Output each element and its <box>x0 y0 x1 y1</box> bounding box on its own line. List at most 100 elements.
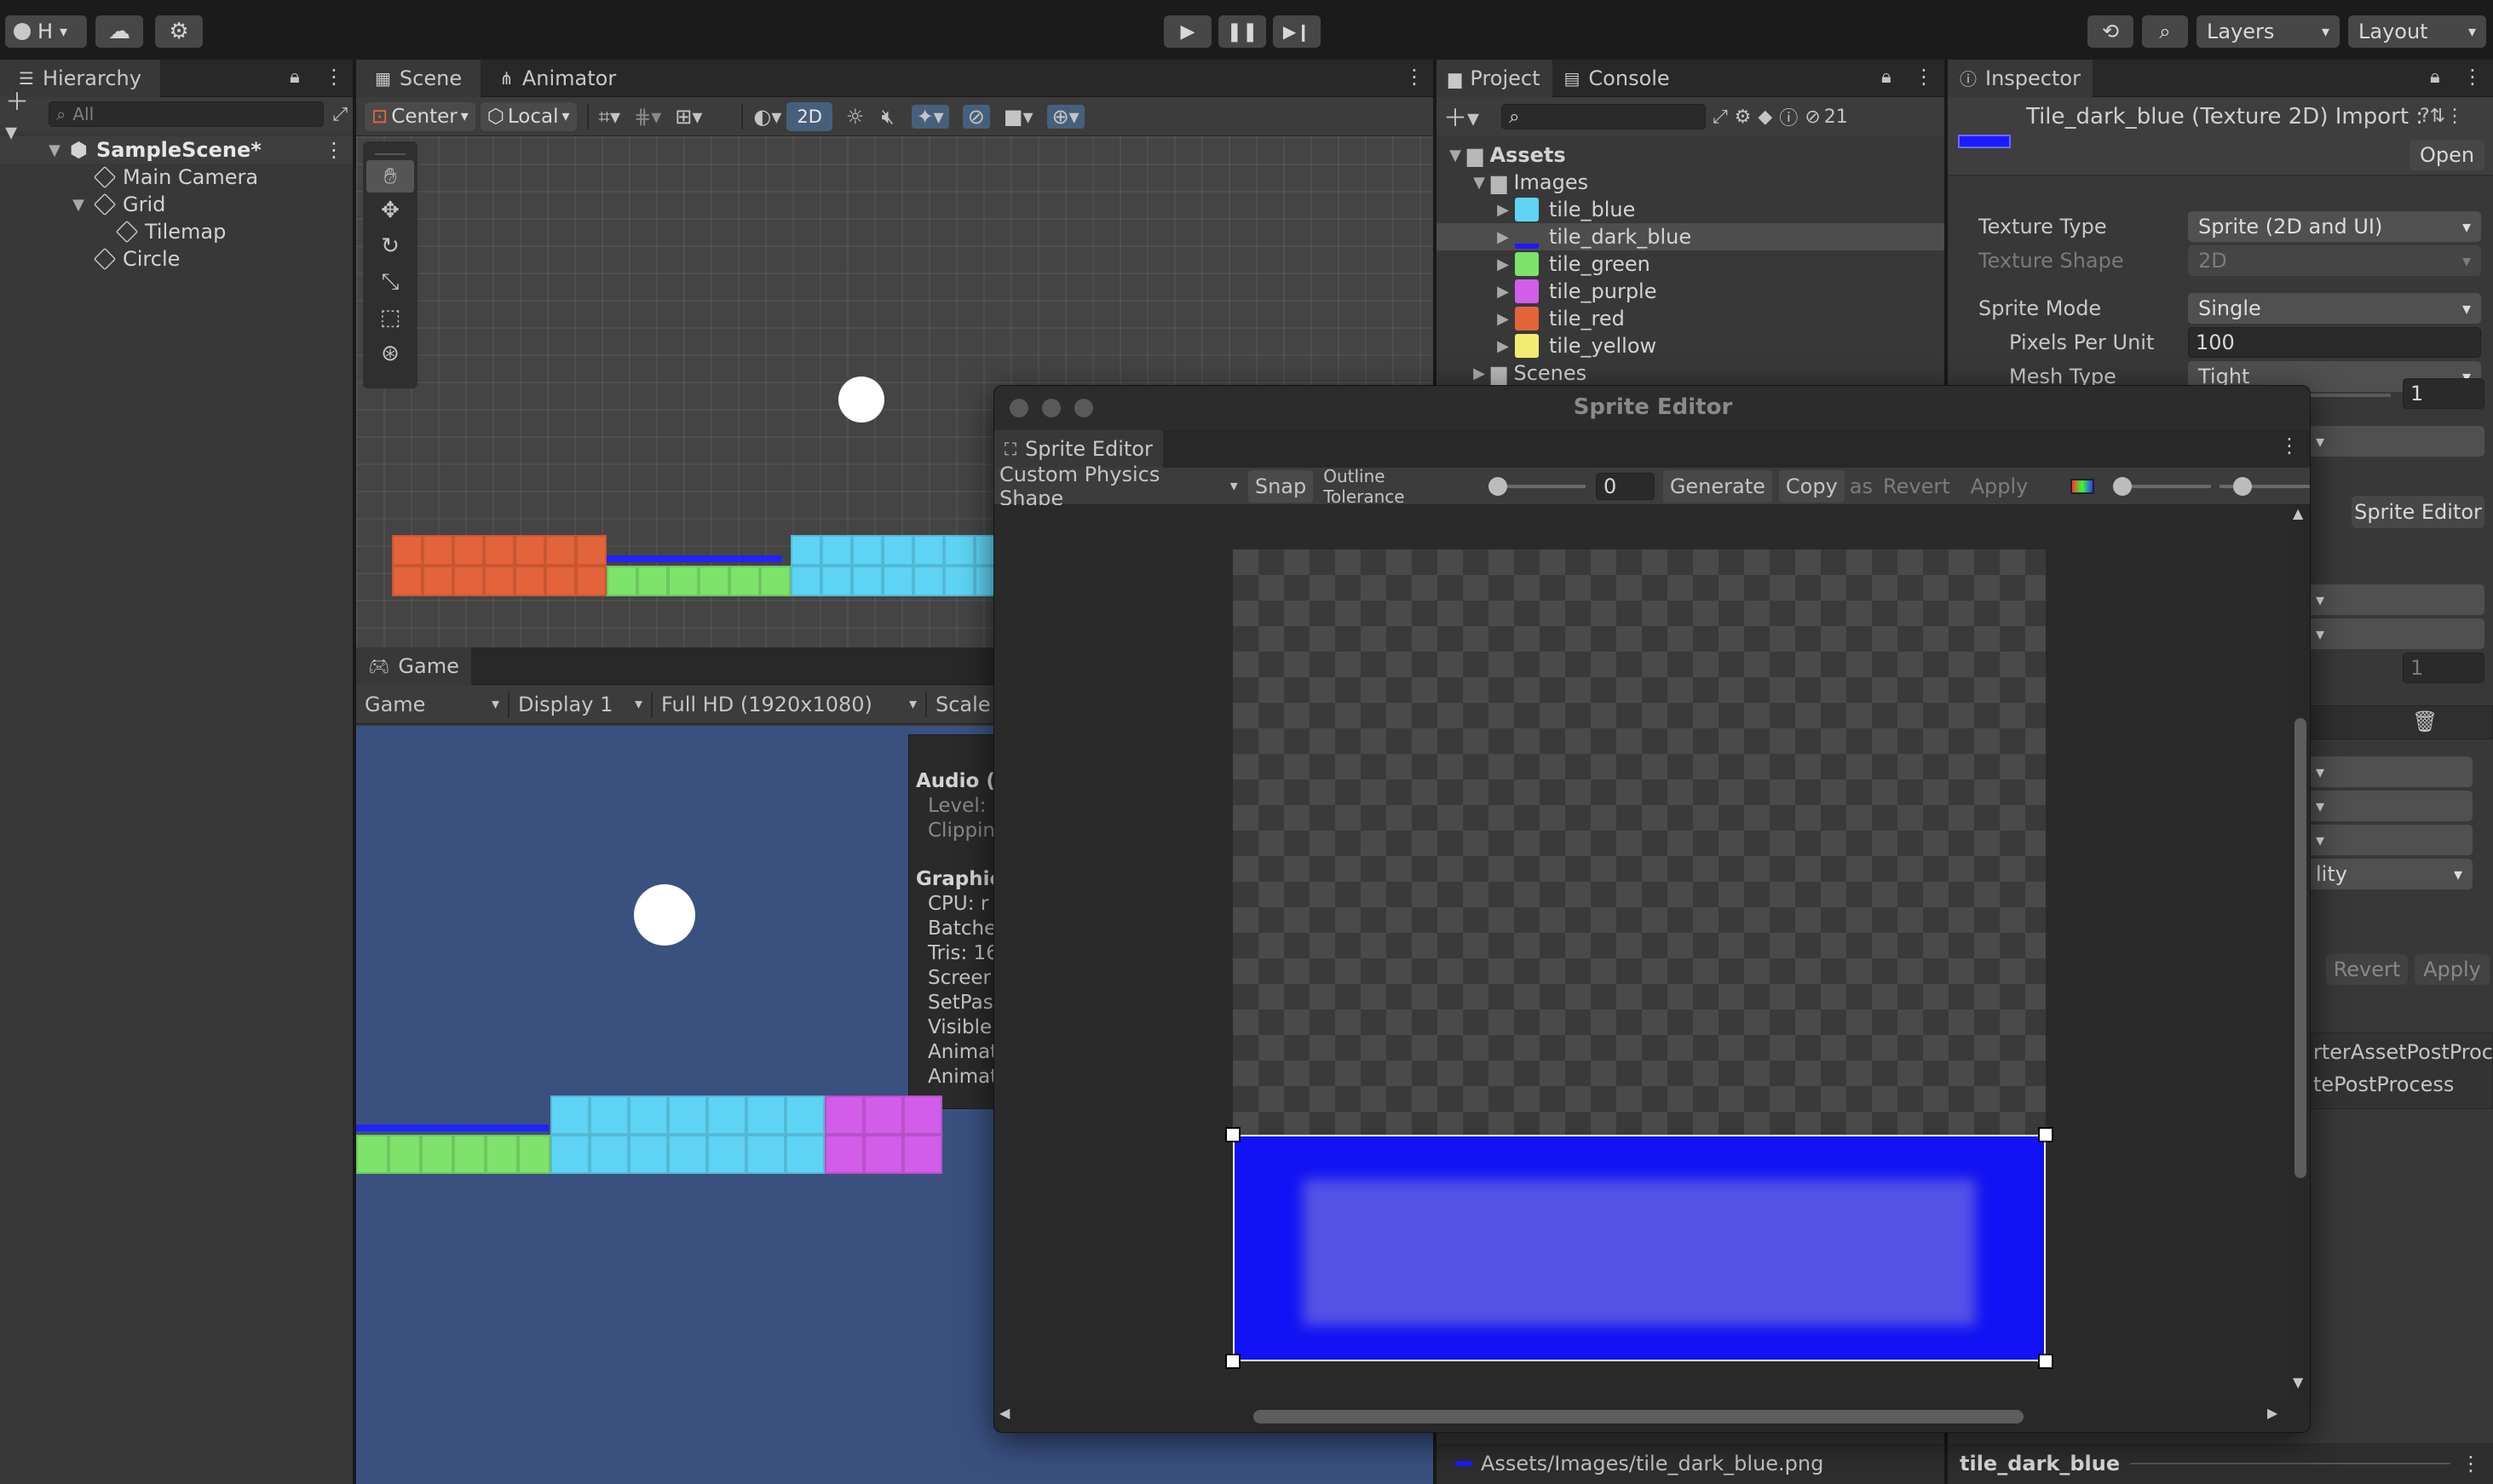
copy-button[interactable]: Copy <box>1778 469 1845 503</box>
window-titlebar[interactable]: Sprite Editor <box>994 386 2310 430</box>
horizontal-scrollbar[interactable]: ◀ ▶ <box>994 1400 2289 1430</box>
tab-game[interactable]: 🎮︎ Game <box>356 647 471 685</box>
cloud-button[interactable]: ☁ <box>95 15 143 48</box>
snap-grid-icon[interactable]: ⌗▾ <box>599 105 621 129</box>
color-channels-icon[interactable] <box>2070 478 2094 494</box>
wrap-mode-dropdown[interactable] <box>2306 584 2484 615</box>
pause-button[interactable]: ❚❚ <box>1218 15 1266 48</box>
undo-history-button[interactable]: ⟲ <box>2087 15 2133 48</box>
lighting-icon[interactable]: ☼ <box>846 105 865 129</box>
filter-type-icon[interactable]: ⚙ <box>1735 106 1752 128</box>
list-item[interactable]: ▶ tile_green <box>1436 250 1944 278</box>
scenes-folder[interactable]: ▶ ▆ Scenes <box>1436 359 1944 387</box>
visibility-icon[interactable]: ⊘ <box>962 104 990 129</box>
revert-button[interactable]: Revert <box>1883 475 1950 498</box>
rotate-tool-icon[interactable]: ↻ <box>366 228 414 264</box>
slider-thumb[interactable] <box>2112 476 2132 496</box>
expand-arrow-icon[interactable]: ▼ <box>43 141 66 159</box>
compression-dropdown[interactable]: lity <box>2306 859 2473 889</box>
rect-tool-icon[interactable]: ⬚ <box>366 300 414 336</box>
tab-inspector[interactable]: ⓘ Inspector <box>1948 60 2093 97</box>
hand-tool-icon[interactable]: ✋︎ <box>366 160 414 193</box>
expand-arrow-icon[interactable]: ▶ <box>1491 201 1515 219</box>
circle-sprite[interactable] <box>838 377 884 423</box>
list-item[interactable]: Circle <box>0 245 353 273</box>
account-button[interactable]: H ▾ <box>5 15 87 48</box>
layers-dropdown[interactable]: Layers ▾ <box>2196 15 2340 48</box>
vertical-scrollbar[interactable]: ▲ ▼ <box>2289 505 2310 1400</box>
handle-bottom-right[interactable] <box>2038 1354 2053 1369</box>
increment-snap-icon[interactable]: ⊞▾ <box>675 105 702 129</box>
list-item[interactable]: ▶ tile_purple <box>1436 278 1944 305</box>
display-dropdown[interactable]: Display 1 ▾ <box>510 693 651 716</box>
lock-icon[interactable]: 🔒︎ <box>290 66 300 88</box>
add-object-button[interactable]: ＋▾ <box>5 83 40 146</box>
texture-type-dropdown[interactable]: Sprite (2D and UI) <box>2188 211 2481 242</box>
scroll-right-icon[interactable]: ▶ <box>2267 1405 2277 1421</box>
expand-arrow-icon[interactable]: ▼ <box>1443 147 1467 164</box>
slider-thumb[interactable] <box>1488 476 1508 496</box>
more-menu-icon[interactable]: ⋮ <box>2461 1452 2481 1475</box>
list-item[interactable]: Main Camera <box>0 164 353 191</box>
handle-bottom-left[interactable] <box>1225 1354 1241 1369</box>
handle-top-left[interactable] <box>1225 1127 1241 1142</box>
slider-thumb[interactable] <box>2233 476 2253 496</box>
more-menu-icon[interactable]: ⋮ <box>1914 65 1934 89</box>
space-dropdown[interactable]: ⬡ Local ▾ <box>480 101 577 131</box>
scene-row[interactable]: ▼ ⬢ SampleScene* ⋮ <box>0 136 353 164</box>
tab-project[interactable]: ▆ Project <box>1436 60 1552 97</box>
generate-button[interactable]: Generate <box>1662 469 1772 503</box>
extrude-input[interactable]: 1 <box>2403 378 2484 409</box>
zoom-slider[interactable] <box>2112 476 2212 496</box>
grid-visibility-icon[interactable]: ⋕▾ <box>634 105 661 129</box>
play-button[interactable]: ▶ <box>1164 15 1212 48</box>
outline-tolerance-slider[interactable] <box>1488 476 1586 496</box>
transform-tool-icon[interactable]: ⊛ <box>366 336 414 371</box>
camera-icon[interactable]: ■▾ <box>1004 105 1033 129</box>
pivot-dropdown[interactable] <box>2306 426 2484 457</box>
format-dropdown[interactable] <box>2306 825 2473 855</box>
tilemap-preview[interactable] <box>392 535 1036 596</box>
platform-icon[interactable]: 🗑︎ <box>2412 710 2438 733</box>
more-menu-icon[interactable]: ⋮ <box>1404 65 1425 89</box>
resolution-dropdown[interactable]: Full HD (1920x1080) ▾ <box>653 693 925 716</box>
expand-arrow-icon[interactable]: ▶ <box>1467 365 1491 383</box>
tab-scene[interactable]: ▦ Scene <box>356 60 481 97</box>
help-icon[interactable]: ?⇅⋮ <box>2420 106 2464 127</box>
tab-console[interactable]: ▤ Console <box>1552 60 1682 97</box>
scroll-up-icon[interactable]: ▲ <box>2293 505 2303 521</box>
search-button[interactable]: ⌕ <box>2142 15 2188 48</box>
max-size-dropdown[interactable] <box>2306 756 2473 787</box>
filter-mode-dropdown[interactable] <box>2306 618 2484 649</box>
project-search-input[interactable]: ⌕ <box>1501 104 1707 129</box>
expand-icon[interactable]: ⤢ <box>332 104 348 125</box>
expand-arrow-icon[interactable]: ▼ <box>66 196 90 214</box>
inspector-apply-button[interactable]: Apply <box>2415 954 2490 985</box>
expand-arrow-icon[interactable]: ▼ <box>1467 174 1491 192</box>
expand-arrow-icon[interactable]: ▶ <box>1491 310 1515 328</box>
collab-button[interactable]: ⚙ <box>155 15 203 48</box>
snap-toggle[interactable]: Snap <box>1247 469 1314 503</box>
hidden-packages-toggle[interactable]: ⊘ 21 <box>1805 106 1847 128</box>
more-menu-icon[interactable]: ⋮ <box>2279 434 2300 457</box>
sprite-mode-dropdown[interactable]: Single <box>2188 293 2481 324</box>
outline-tolerance-input[interactable]: 0 <box>1595 472 1655 500</box>
move-tool-icon[interactable]: ✥ <box>366 193 414 228</box>
scroll-left-icon[interactable]: ◀ <box>999 1405 1010 1421</box>
more-menu-icon[interactable]: ⋮ <box>324 65 344 89</box>
step-button[interactable]: ▶❙ <box>1273 15 1321 48</box>
scroll-thumb[interactable] <box>2294 718 2306 1178</box>
sprite-rect[interactable] <box>1233 1135 2046 1361</box>
filter-label-icon[interactable]: ◆ <box>1758 106 1772 128</box>
warning-icon[interactable]: ⓘ <box>1779 103 1798 130</box>
images-folder[interactable]: ▼ ▆ Images <box>1436 169 1944 196</box>
pivot-dropdown[interactable]: ⊡ Center ▾ <box>365 101 475 131</box>
scroll-down-icon[interactable]: ▼ <box>2293 1374 2303 1390</box>
lock-icon[interactable]: 🔒︎ <box>2430 66 2440 88</box>
apply-button[interactable]: Apply <box>1971 475 2029 498</box>
inspector-revert-button[interactable]: Revert <box>2326 954 2408 985</box>
paste-button[interactable]: as <box>1850 475 1873 498</box>
resize-dropdown[interactable] <box>2306 791 2473 821</box>
open-button[interactable]: Open <box>2410 140 2484 170</box>
list-item[interactable]: ▼ Grid <box>0 191 353 218</box>
